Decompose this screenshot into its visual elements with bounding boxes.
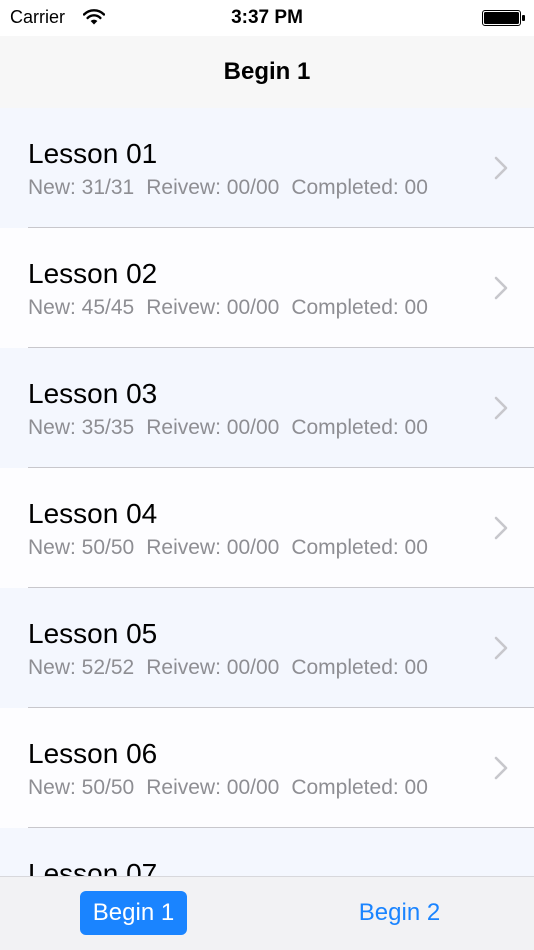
- lesson-title: Lesson 06: [28, 738, 158, 769]
- lesson-title: Lesson 05: [28, 618, 158, 649]
- status-bar: Carrier 3:37 PM: [0, 0, 534, 36]
- lesson-row[interactable]: Lesson 07: [0, 828, 534, 876]
- lesson-completed-count: Completed: 00: [291, 416, 428, 439]
- battery-icon: [482, 10, 525, 26]
- lesson-review-count: Reivew: 00/00: [146, 416, 280, 439]
- lesson-completed-count: Completed: 00: [291, 176, 428, 199]
- tab-begin-2[interactable]: Begin 2: [346, 891, 453, 935]
- lesson-list[interactable]: Lesson 01 New: 31/31 Reivew: 00/00 Complet…: [0, 108, 534, 876]
- page-title: Begin 1: [223, 58, 311, 85]
- lesson-detail: New: 50/50 Reivew: 00/00 Completed: 00: [28, 776, 440, 800]
- lesson-detail: New: 52/52 Reivew: 00/00 Completed: 00: [28, 656, 440, 680]
- lesson-row[interactable]: Lesson 03 New: 35/35 Reivew: 00/00 Complet…: [0, 348, 534, 468]
- lesson-detail: New: 50/50 Reivew: 00/00 Completed: 00: [28, 536, 440, 560]
- chevron-right-icon: [494, 516, 508, 540]
- lesson-title: Lesson 02: [28, 258, 158, 289]
- lesson-row[interactable]: Lesson 06 New: 50/50 Reivew: 00/00 Complet…: [0, 708, 534, 828]
- lesson-review-count: Reivew: 00/00: [146, 296, 280, 319]
- lesson-completed-count: Completed: 00: [291, 776, 428, 799]
- lesson-detail: New: 35/35 Reivew: 00/00 Completed: 00: [28, 416, 440, 440]
- chevron-right-icon: [494, 636, 508, 660]
- lesson-new-count: New: 50/50: [28, 776, 135, 799]
- lesson-title: Lesson 03: [28, 378, 158, 409]
- lesson-completed-count: Completed: 00: [291, 536, 428, 559]
- lesson-title: Lesson 04: [28, 498, 158, 529]
- lesson-title: Lesson 07: [28, 858, 158, 876]
- lesson-new-count: New: 45/45: [28, 296, 135, 319]
- lesson-new-count: New: 50/50: [28, 536, 135, 559]
- lesson-new-count: New: 31/31: [28, 176, 135, 199]
- tab-begin-1[interactable]: Begin 1: [80, 891, 187, 935]
- lesson-detail: New: 31/31 Reivew: 00/00 Completed: 00: [28, 176, 440, 200]
- lesson-completed-count: Completed: 00: [291, 296, 428, 319]
- lesson-review-count: Reivew: 00/00: [146, 536, 280, 559]
- chevron-right-icon: [494, 756, 508, 780]
- lesson-row[interactable]: Lesson 02 New: 45/45 Reivew: 00/00 Complet…: [0, 228, 534, 348]
- lesson-review-count: Reivew: 00/00: [146, 176, 280, 199]
- lesson-row[interactable]: Lesson 01 New: 31/31 Reivew: 00/00 Complet…: [0, 108, 534, 228]
- lesson-completed-count: Completed: 00: [291, 656, 428, 679]
- lesson-review-count: Reivew: 00/00: [146, 776, 280, 799]
- chevron-right-icon: [494, 156, 508, 180]
- chevron-right-icon: [494, 396, 508, 420]
- chevron-right-icon: [494, 276, 508, 300]
- navigation-bar: Begin 1: [0, 36, 534, 108]
- lesson-new-count: New: 52/52: [28, 656, 135, 679]
- lesson-title: Lesson 01: [28, 138, 158, 169]
- lesson-new-count: New: 35/35: [28, 416, 135, 439]
- lesson-detail: New: 45/45 Reivew: 00/00 Completed: 00: [28, 296, 440, 320]
- status-time: 3:37 PM: [231, 7, 303, 28]
- tab-bar: Begin 1 Begin 2: [0, 876, 534, 950]
- lesson-row[interactable]: Lesson 04 New: 50/50 Reivew: 00/00 Complet…: [0, 468, 534, 588]
- lesson-row[interactable]: Lesson 05 New: 52/52 Reivew: 00/00 Complet…: [0, 588, 534, 708]
- lesson-review-count: Reivew: 00/00: [146, 656, 280, 679]
